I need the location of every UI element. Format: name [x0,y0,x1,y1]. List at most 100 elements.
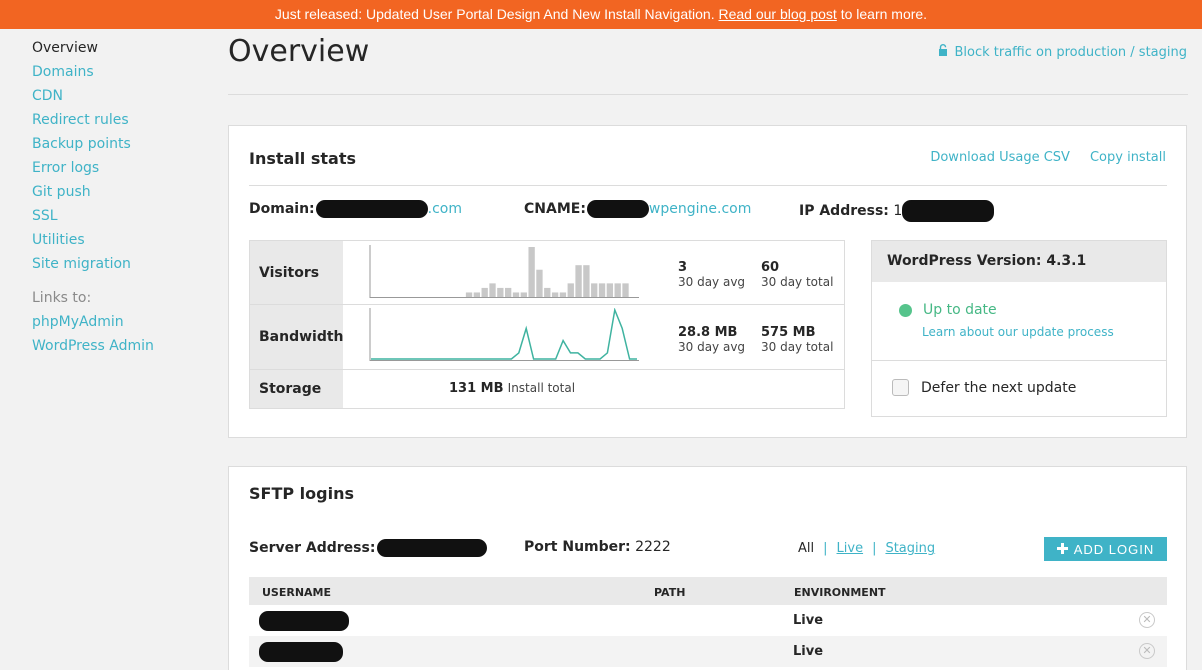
filter-staging[interactable]: Staging [885,541,935,556]
redacted-username [259,611,349,631]
usage-stats-table: Visitors 3 30 day avg 60 30 day total Ba… [249,240,845,409]
redacted-ip [902,200,995,222]
links-to-label: Links to: [32,290,92,306]
install-stats-divider [249,185,1167,186]
storage-amount: 131 MB [449,381,504,396]
filter-separator: | [823,541,828,556]
column-environment: ENVIRONMENT [794,586,886,599]
blog-post-link[interactable]: Read our blog post [719,6,837,22]
bandwidth-label: Bandwidth [250,305,344,369]
bandwidth-sparkline [369,308,639,361]
sidebar-item-utilities[interactable]: Utilities [32,228,212,252]
visitors-label: Visitors [250,241,343,304]
visitors-bar [559,292,567,297]
announcement-banner: Just released: Updated User Portal Desig… [0,0,1202,29]
table-header: USERNAME PATH ENVIRONMENT [249,577,1167,605]
visitors-avg: 3 30 day avg [678,260,745,289]
bandwidth-avg-caption: 30 day avg [678,340,746,354]
wordpress-version: WordPress Version: 4.3.1 [872,241,1166,282]
sidebar-item-domains[interactable]: Domains [32,60,212,84]
add-login-button[interactable]: ADD LOGIN [1044,537,1167,561]
sftp-logins-panel: SFTP logins Server Address: Port Number:… [228,466,1187,670]
bandwidth-avg-value: 28.8 MB [678,325,738,340]
bandwidth-total-caption: 30 day total [761,340,834,354]
storage-label: Storage [250,370,343,408]
status-dot-icon [899,303,912,317]
redacted-domain [315,200,428,218]
wordpress-status: Up to date [899,302,997,318]
bandwidth-total-value: 575 MB [761,325,816,340]
filter-live[interactable]: Live [837,541,864,556]
domain-field: Domain: .com [249,200,462,218]
visitors-avg-value: 3 [678,260,688,275]
redacted-username [259,642,343,662]
row-environment: Live [793,644,824,659]
visitors-bar [575,265,582,297]
install-stats-title: Install stats [249,149,356,168]
remove-circle-icon[interactable]: ✕ [1139,612,1155,628]
domain-link[interactable]: .com [428,201,462,217]
bandwidth-total: 575 MB 30 day total [761,325,833,354]
visitors-bar [528,247,535,297]
sidebar-link-phpmyadmin[interactable]: phpMyAdmin [32,310,212,334]
visitors-bar [614,283,621,297]
block-traffic-label: Block traffic on production / staging [954,44,1187,60]
sidebar-item-error-logs[interactable]: Error logs [32,156,212,180]
banner-text-end: to learn more. [836,6,928,22]
environment-filters: All | Live | Staging [798,541,935,556]
domain-label: Domain: [249,201,315,217]
storage-caption: Install total [507,381,576,395]
cname-label: CNAME: [524,201,586,217]
visitors-bar [551,292,559,297]
visitors-bar [544,287,551,297]
sftp-logins-table: USERNAME PATH ENVIRONMENT Live ✕ Live ✕ [249,577,1167,667]
title-divider [228,94,1188,95]
wordpress-version-box: WordPress Version: 4.3.1 Up to date Lear… [871,240,1167,417]
cname-value: wpengine.com [648,201,752,217]
port-number-value: 2222 [635,539,671,555]
visitors-bar [622,283,629,297]
sidebar-item-site-migration[interactable]: Site migration [32,252,212,276]
sidebar-item-cdn[interactable]: CDN [32,84,212,108]
filter-all[interactable]: All [798,541,814,556]
defer-update-checkbox[interactable] [892,379,909,396]
visitors-bar [489,283,496,297]
update-process-link[interactable]: Learn about our update process [922,325,1114,339]
defer-update-option[interactable]: Defer the next update [892,379,1076,396]
visitors-total: 60 30 day total [761,260,833,289]
wordpress-divider [872,360,1166,361]
visitors-avg-caption: 30 day avg [678,275,746,289]
sidebar-item-redirect-rules[interactable]: Redirect rules [32,108,212,132]
column-username: USERNAME [262,586,332,599]
sidebar-item-overview[interactable]: Overview [32,36,212,60]
sidebar-item-ssl[interactable]: SSL [32,204,212,228]
visitors-bar [497,287,504,297]
wordpress-status-label: Up to date [923,302,997,318]
storage-row: Storage 131 MB Install total [250,370,844,408]
copy-install-link[interactable]: Copy install [1090,150,1166,165]
table-row: Live ✕ [249,636,1167,667]
visitors-bar [520,292,527,297]
port-number-field: Port Number: 2222 [524,539,671,555]
filter-separator: | [872,541,877,556]
redacted-server-address [377,539,488,557]
sidebar-item-backup-points[interactable]: Backup points [32,132,212,156]
visitors-bar [473,292,481,297]
defer-update-label: Defer the next update [921,379,1077,396]
ip-prefix: 1 [893,203,903,219]
sidebar-item-git-push[interactable]: Git push [32,180,212,204]
port-number-label: Port Number: [524,539,631,555]
visitors-total-caption: 30 day total [761,275,834,289]
visitors-bar [512,292,520,297]
plus-icon [1056,542,1068,557]
storage-value: 131 MB Install total [449,381,575,396]
download-usage-csv-link[interactable]: Download Usage CSV [930,150,1070,165]
visitors-bar [591,283,598,297]
sidebar-link-wordpress-admin[interactable]: WordPress Admin [32,334,212,358]
remove-circle-icon[interactable]: ✕ [1139,643,1155,659]
visitors-bar [465,292,473,297]
visitors-row: Visitors 3 30 day avg 60 30 day total [250,241,844,305]
visitors-bar [598,283,606,297]
visitors-bar [505,287,512,297]
block-traffic-link[interactable]: Block traffic on production / staging [938,44,1187,60]
